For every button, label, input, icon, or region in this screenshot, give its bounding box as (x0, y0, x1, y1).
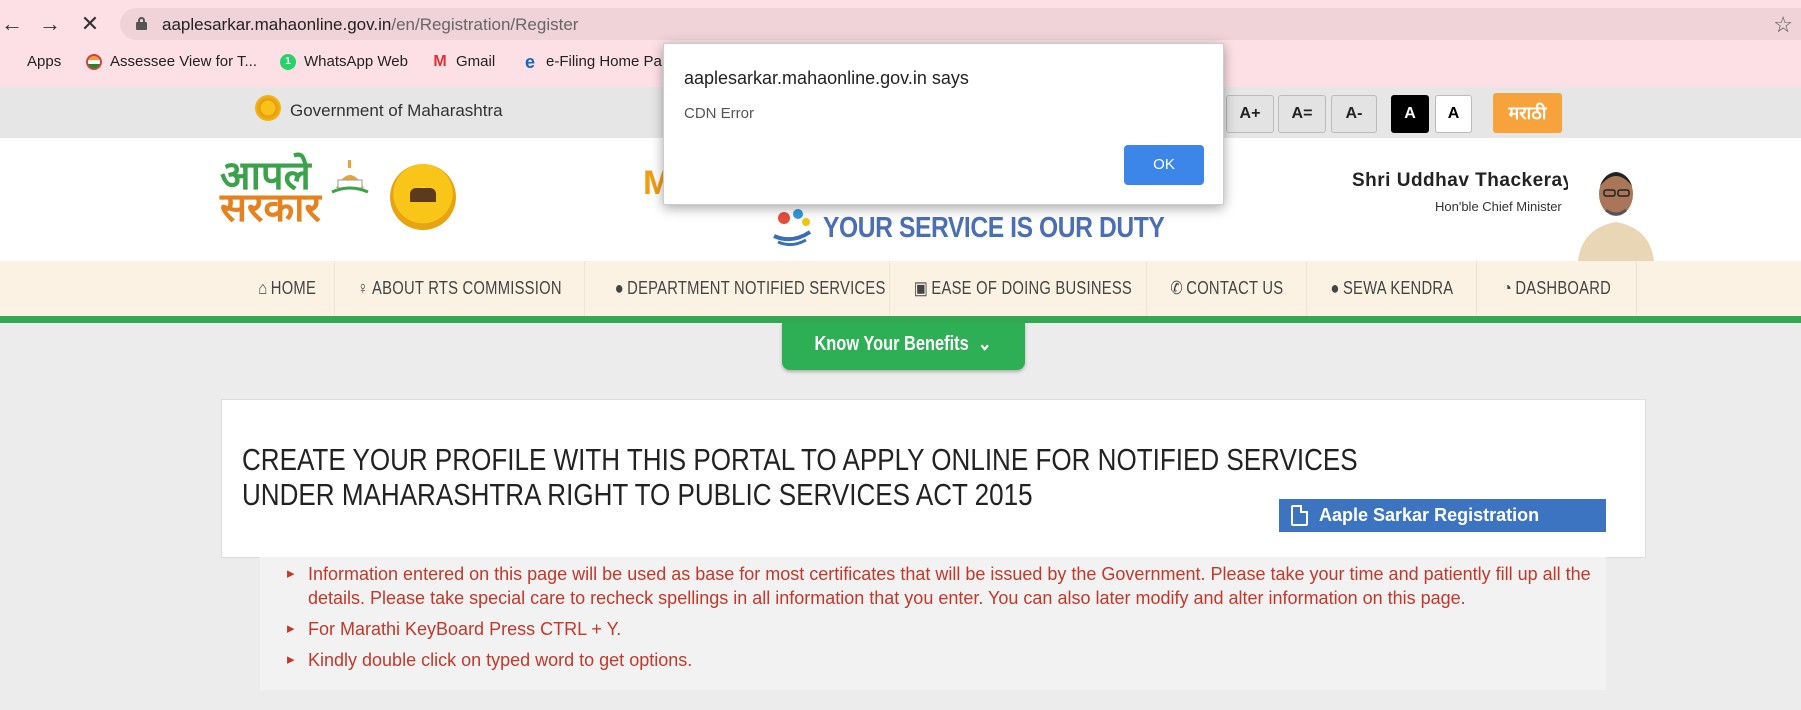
nav-label: EASE OF DOING BUSINESS (931, 278, 1133, 298)
main-navigation: ⌂ HOME ♀ ABOUT RTS COMMISSION ● DEPARTMENT … (0, 261, 1801, 323)
page-title: CREATE YOUR PROFILE WITH THIS PORTAL TO … (242, 442, 1358, 512)
bookmark-label: WhatsApp Web (304, 53, 408, 70)
bookmark-label: e-Filing Home Pa (546, 53, 662, 70)
address-bar[interactable]: aaplesarkar.mahaonline.gov.in/en/Registr… (120, 8, 1801, 40)
bookmark-label: Gmail (456, 53, 496, 70)
dialog-title: aaplesarkar.mahaonline.gov.in says (684, 68, 969, 88)
url-host: aaplesarkar.mahaonline.gov.in (162, 15, 392, 34)
bookmark-label: Apps (27, 53, 62, 70)
dialog-message: CDN Error (684, 105, 754, 122)
bookmark-gmail[interactable]: M Gmail (432, 53, 495, 70)
whatsapp-icon: 1 (280, 53, 296, 70)
user-icon: ● (1330, 278, 1340, 298)
bookmark-apps[interactable]: Apps (3, 53, 61, 70)
pdf-icon (1291, 505, 1308, 526)
nav-label: CONTACT US (1185, 278, 1283, 298)
aaple-sarkar-logo[interactable]: आपले सरकार (220, 156, 321, 231)
marathi-language-button[interactable]: मराठी (1493, 93, 1562, 133)
bookmark-star-icon[interactable]: ☆ (1773, 12, 1793, 38)
bookmark-assessee-view[interactable]: Assessee View for T... (86, 53, 257, 70)
info-item: Information entered on this page will be… (260, 562, 1606, 610)
nav-home[interactable]: ⌂ HOME (240, 261, 335, 316)
info-notes: Information entered on this page will be… (260, 557, 1606, 690)
font-increase-button[interactable]: A+ (1226, 95, 1274, 133)
tagline: YOUR SERVICE IS OUR DUTY (823, 212, 1165, 244)
dark-contrast-button[interactable]: A (1391, 95, 1429, 133)
url-text[interactable]: aaplesarkar.mahaonline.gov.in/en/Registr… (162, 15, 578, 35)
logo-line-2: सरकार (220, 185, 321, 231)
nav-about-rts[interactable]: ♀ ABOUT RTS COMMISSION (335, 261, 585, 316)
forward-icon[interactable]: → (38, 12, 62, 36)
person-icon: ♀ (357, 278, 369, 298)
font-reset-button[interactable]: A= (1278, 95, 1326, 133)
bookmark-efiling[interactable]: e e-Filing Home Pa (522, 51, 662, 72)
nav-label: DASHBOARD (1514, 278, 1611, 298)
info-item: Kindly double click on typed word to get… (260, 648, 1606, 672)
registration-card: CREATE YOUR PROFILE WITH THIS PORTAL TO … (221, 399, 1646, 558)
ok-button[interactable]: OK (1124, 145, 1204, 185)
know-your-benefits-button[interactable]: Know Your Benefits ⌄ (782, 323, 1025, 370)
maharashtra-emblem-icon (255, 95, 281, 121)
ie-icon: e (524, 51, 535, 72)
chief-minister-name: Shri Uddhav Thackeray (1352, 170, 1574, 191)
back-icon[interactable]: ← (0, 12, 24, 36)
government-label: Government of Maharashtra (290, 101, 503, 120)
user-icon: ● (614, 278, 624, 298)
dome-logo-icon (331, 160, 369, 194)
bookmark-label: Assessee View for T... (110, 53, 258, 70)
apps-grid-icon (3, 54, 19, 70)
info-item: For Marathi KeyBoard Press CTRL + Y. (260, 617, 1606, 641)
manual-button-label: Aaple Sarkar Registration Manual (1319, 505, 1540, 558)
nav-label: SEWA KENDRA (1342, 278, 1453, 298)
dashboard-icon: ◔ (1502, 278, 1512, 298)
chief-minister-title: Hon'ble Chief Minister (1435, 199, 1562, 214)
nav-contact-us[interactable]: ✆ CONTACT US (1147, 261, 1307, 316)
alert-dialog: aaplesarkar.mahaonline.gov.in says CDN E… (663, 43, 1224, 205)
phone-icon: ✆ (1170, 278, 1183, 298)
url-path: /en/Registration/Register (391, 15, 579, 34)
india-flag-icon (86, 53, 102, 70)
stop-loading-icon[interactable]: ✕ (78, 12, 102, 36)
nav-label: ABOUT RTS COMMISSION (372, 278, 562, 298)
briefcase-icon: ▣ (913, 278, 929, 298)
nav-sewa-kendra[interactable]: ● SEWA KENDRA (1307, 261, 1477, 316)
benefits-label: Know Your Benefits (814, 333, 970, 355)
lock-icon[interactable] (136, 17, 147, 30)
font-decrease-button[interactable]: A- (1331, 95, 1377, 133)
maharashtra-seal-icon (390, 164, 456, 230)
gmail-icon: M (433, 52, 447, 70)
nav-label: HOME (270, 278, 316, 298)
chevron-down-icon: ⌄ (978, 333, 993, 355)
service-hand-icon (773, 209, 812, 247)
light-contrast-button[interactable]: A (1435, 95, 1472, 133)
chief-minister-photo (1568, 158, 1664, 261)
nav-ease-of-business[interactable]: ▣ EASE OF DOING BUSINESS (890, 261, 1147, 316)
registration-manual-button[interactable]: Aaple Sarkar Registration Manual (1279, 499, 1606, 558)
bookmark-whatsapp[interactable]: 1 WhatsApp Web (280, 53, 408, 70)
nav-department-services[interactable]: ● DEPARTMENT NOTIFIED SERVICES (585, 261, 890, 316)
nav-label: DEPARTMENT NOTIFIED SERVICES (627, 278, 886, 298)
home-icon: ⌂ (258, 278, 268, 298)
nav-dashboard[interactable]: ◔ DASHBOARD (1477, 261, 1637, 316)
